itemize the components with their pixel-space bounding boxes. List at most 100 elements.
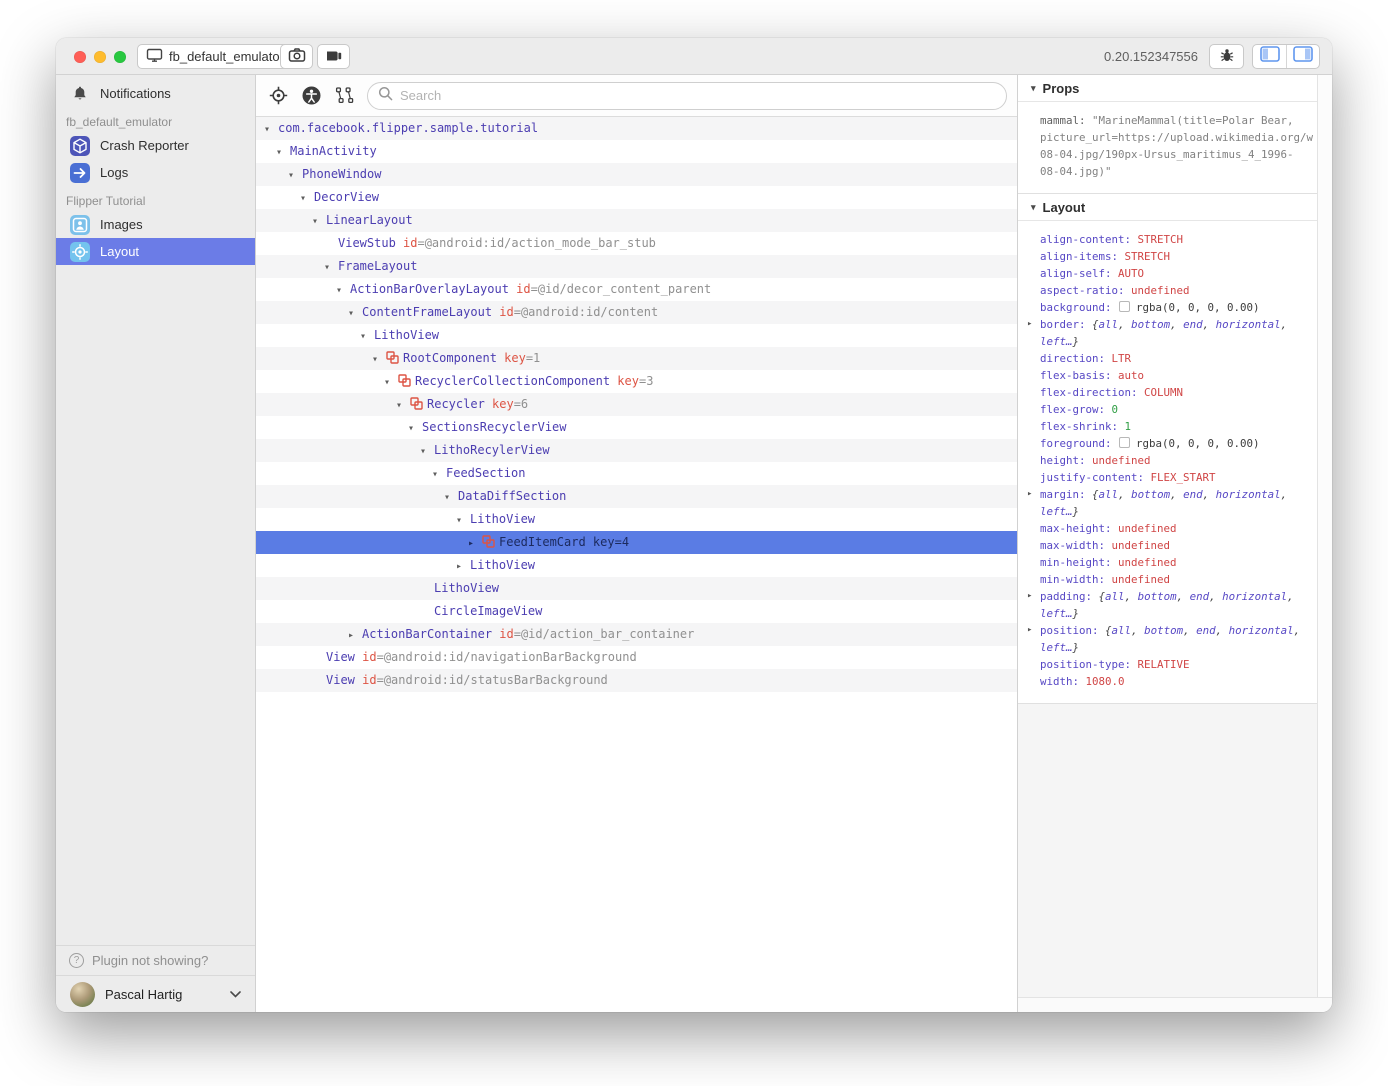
record-video-button[interactable] [317,44,350,69]
layout-prop-width: width: 1080.0 [1040,673,1313,690]
toggle-left-panel-button[interactable] [1253,45,1286,68]
screenshot-button[interactable] [280,44,313,69]
prop-value[interactable]: rgba(0, 0, 0, 0.00) [1136,437,1260,450]
close-window-button[interactable] [74,51,86,63]
tree-expander-icon[interactable]: ▾ [264,118,278,140]
tree-node-sectionsrecyclerview[interactable]: ▾SectionsRecyclerView [256,416,1017,439]
props-section-header[interactable]: ▾ Props [1018,75,1317,102]
prop-value[interactable]: STRETCH [1125,250,1171,263]
element-picker-icon[interactable] [268,86,288,106]
minimize-window-button[interactable] [94,51,106,63]
tree-node-phonewindow[interactable]: ▾PhoneWindow [256,163,1017,186]
prop-value[interactable]: undefined [1118,556,1177,569]
tree-node-datadiffsection[interactable]: ▾DataDiffSection [256,485,1017,508]
tree-expander-icon[interactable]: ▾ [312,210,326,232]
tree-expander-icon[interactable]: ▸ [468,532,482,554]
tree-node-feedsection[interactable]: ▾FeedSection [256,462,1017,485]
layout-prop-align-self: align-self: AUTO [1040,265,1313,282]
tree-expander-icon[interactable]: ▾ [408,417,422,439]
tree-expander-icon[interactable]: ▾ [336,279,350,301]
prop-value[interactable]: undefined [1118,522,1177,535]
tree-expander-icon[interactable]: ▾ [288,164,302,186]
zoom-window-button[interactable] [114,51,126,63]
tree-expander-icon[interactable]: ▾ [360,325,374,347]
attr-key: key [497,351,526,365]
prop-value[interactable]: AUTO [1118,267,1144,280]
prop-value[interactable]: 1 [1125,420,1132,433]
report-bug-button[interactable] [1209,44,1244,69]
prop-value[interactable]: COLUMN [1144,386,1183,399]
prop-value[interactable]: auto [1118,369,1144,382]
user-menu[interactable]: Pascal Hartig [56,975,255,1012]
tree-expander-icon[interactable]: ▾ [300,187,314,209]
toggle-right-panel-button[interactable] [1286,45,1319,68]
horizontal-scrollbar[interactable] [1018,997,1332,1012]
accessibility-icon[interactable] [301,86,321,106]
tree-node-lithoview[interactable]: ▾LithoView [256,324,1017,347]
tree-expander-icon[interactable]: ▸ [456,555,470,577]
tree-node-framelayout[interactable]: ▾FrameLayout [256,255,1017,278]
sidebar-item-notifications[interactable]: Notifications [56,80,255,107]
prop-value[interactable]: STRETCH [1138,233,1184,246]
expand-icon[interactable]: ▸ [1027,316,1032,333]
prop-value[interactable]: RELATIVE [1138,658,1190,671]
litho-component-icon [386,349,403,370]
tree-expander-icon[interactable]: ▾ [384,371,398,393]
tree-expander-icon[interactable]: ▾ [420,440,434,462]
tree-expander-icon[interactable]: ▾ [432,463,446,485]
prop-value[interactable]: FLEX_START [1151,471,1216,484]
tree-node-recyclercollectioncomponent[interactable]: ▾RecyclerCollectionComponent key=3 [256,370,1017,393]
sidebar-item-layout[interactable]: Layout [56,238,255,265]
plugin-help-link[interactable]: ? Plugin not showing? [56,945,255,975]
bug-icon [1219,47,1235,66]
tree-expander-icon[interactable]: ▾ [456,509,470,531]
tree-node-lithoview[interactable]: ▾LithoView [256,508,1017,531]
tree-expander-icon[interactable]: ▸ [348,624,362,646]
expand-icon[interactable]: ▸ [1027,622,1032,639]
tree-node-label: LinearLayout [326,213,413,227]
tree-node-feeditemcard[interactable]: ▸FeedItemCard key=4 [256,531,1017,554]
layout-section-header[interactable]: ▾ Layout [1018,194,1317,221]
tree-node-mainactivity[interactable]: ▾MainActivity [256,140,1017,163]
tree-node-rootcomponent[interactable]: ▾RootComponent key=1 [256,347,1017,370]
tree-node-lithorecylerview[interactable]: ▾LithoRecylerView [256,439,1017,462]
tree-node-viewstub[interactable]: ViewStub id=@android:id/action_mode_bar_… [256,232,1017,255]
tree-node-recycler[interactable]: ▾Recycler key=6 [256,393,1017,416]
sidebar-item-crash-reporter[interactable]: Crash Reporter [56,132,255,159]
tree-node-decorview[interactable]: ▾DecorView [256,186,1017,209]
tree-node-lithoview[interactable]: LithoView [256,577,1017,600]
logs-icon [70,163,90,183]
vertical-scrollbar[interactable] [1317,75,1332,997]
tree-node-actionbaroverlaylayout[interactable]: ▾ActionBarOverlayLayout id=@id/decor_con… [256,278,1017,301]
tree-node-view[interactable]: View id=@android:id/statusBarBackground [256,669,1017,692]
tree-expander-icon[interactable]: ▾ [276,141,290,163]
prop-value[interactable]: undefined [1112,573,1171,586]
tree-node-view[interactable]: View id=@android:id/navigationBarBackgro… [256,646,1017,669]
expand-tree-icon[interactable] [334,86,354,106]
prop-value[interactable]: undefined [1092,454,1151,467]
search-input[interactable] [400,88,996,103]
sidebar-footer: ? Plugin not showing? Pascal Hartig [56,945,255,1012]
tree-expander-icon[interactable]: ▾ [372,348,386,370]
prop-value[interactable]: rgba(0, 0, 0, 0.00) [1136,301,1260,314]
prop-value[interactable]: undefined [1112,539,1171,552]
expand-icon[interactable]: ▸ [1027,588,1032,605]
prop-value[interactable]: 1080.0 [1086,675,1125,688]
tree-expander-icon[interactable]: ▾ [396,394,410,416]
tree-node-actionbarcontainer[interactable]: ▸ActionBarContainer id=@id/action_bar_co… [256,623,1017,646]
prop-value[interactable]: 0 [1112,403,1119,416]
expand-icon[interactable]: ▸ [1027,486,1032,503]
tree-expander-icon[interactable]: ▾ [444,486,458,508]
sidebar-item-logs[interactable]: Logs [56,159,255,186]
tree-expander-icon[interactable]: ▾ [324,256,338,278]
tree-expander-icon[interactable]: ▾ [348,302,362,324]
sidebar-item-images[interactable]: Images [56,211,255,238]
tree-node-linearlayout[interactable]: ▾LinearLayout [256,209,1017,232]
tree-node-com.facebook.flipper.sample.tutorial[interactable]: ▾com.facebook.flipper.sample.tutorial [256,117,1017,140]
device-selector-button[interactable]: fb_default_emulator [137,44,295,69]
tree-node-contentframelayout[interactable]: ▾ContentFrameLayout id=@android:id/conte… [256,301,1017,324]
tree-node-circleimageview[interactable]: CircleImageView [256,600,1017,623]
tree-node-lithoview[interactable]: ▸LithoView [256,554,1017,577]
prop-value[interactable]: undefined [1131,284,1190,297]
prop-value[interactable]: LTR [1112,352,1132,365]
